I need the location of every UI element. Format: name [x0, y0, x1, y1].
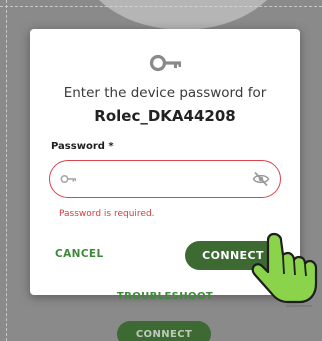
key-icon: [60, 174, 77, 184]
background-connect-button: CONNECT: [117, 321, 211, 341]
dialog-prompt: Enter the device password for: [63, 85, 267, 101]
hand-pointer-icon: [251, 232, 318, 307]
password-input[interactable]: [84, 170, 238, 190]
password-label: Password *: [51, 141, 114, 152]
cancel-button[interactable]: CANCEL: [55, 248, 104, 260]
key-icon: [149, 54, 181, 72]
background-shape: [78, 0, 288, 30]
screen: CONNECT Enter the device password for Ro…: [0, 0, 322, 341]
password-field[interactable]: [49, 160, 281, 198]
eye-slash-icon[interactable]: [252, 171, 270, 187]
device-name: Rolec_DKA44208: [94, 107, 236, 125]
password-error-message: Password is required.: [59, 209, 155, 219]
dashed-guide-left: [6, 0, 7, 341]
